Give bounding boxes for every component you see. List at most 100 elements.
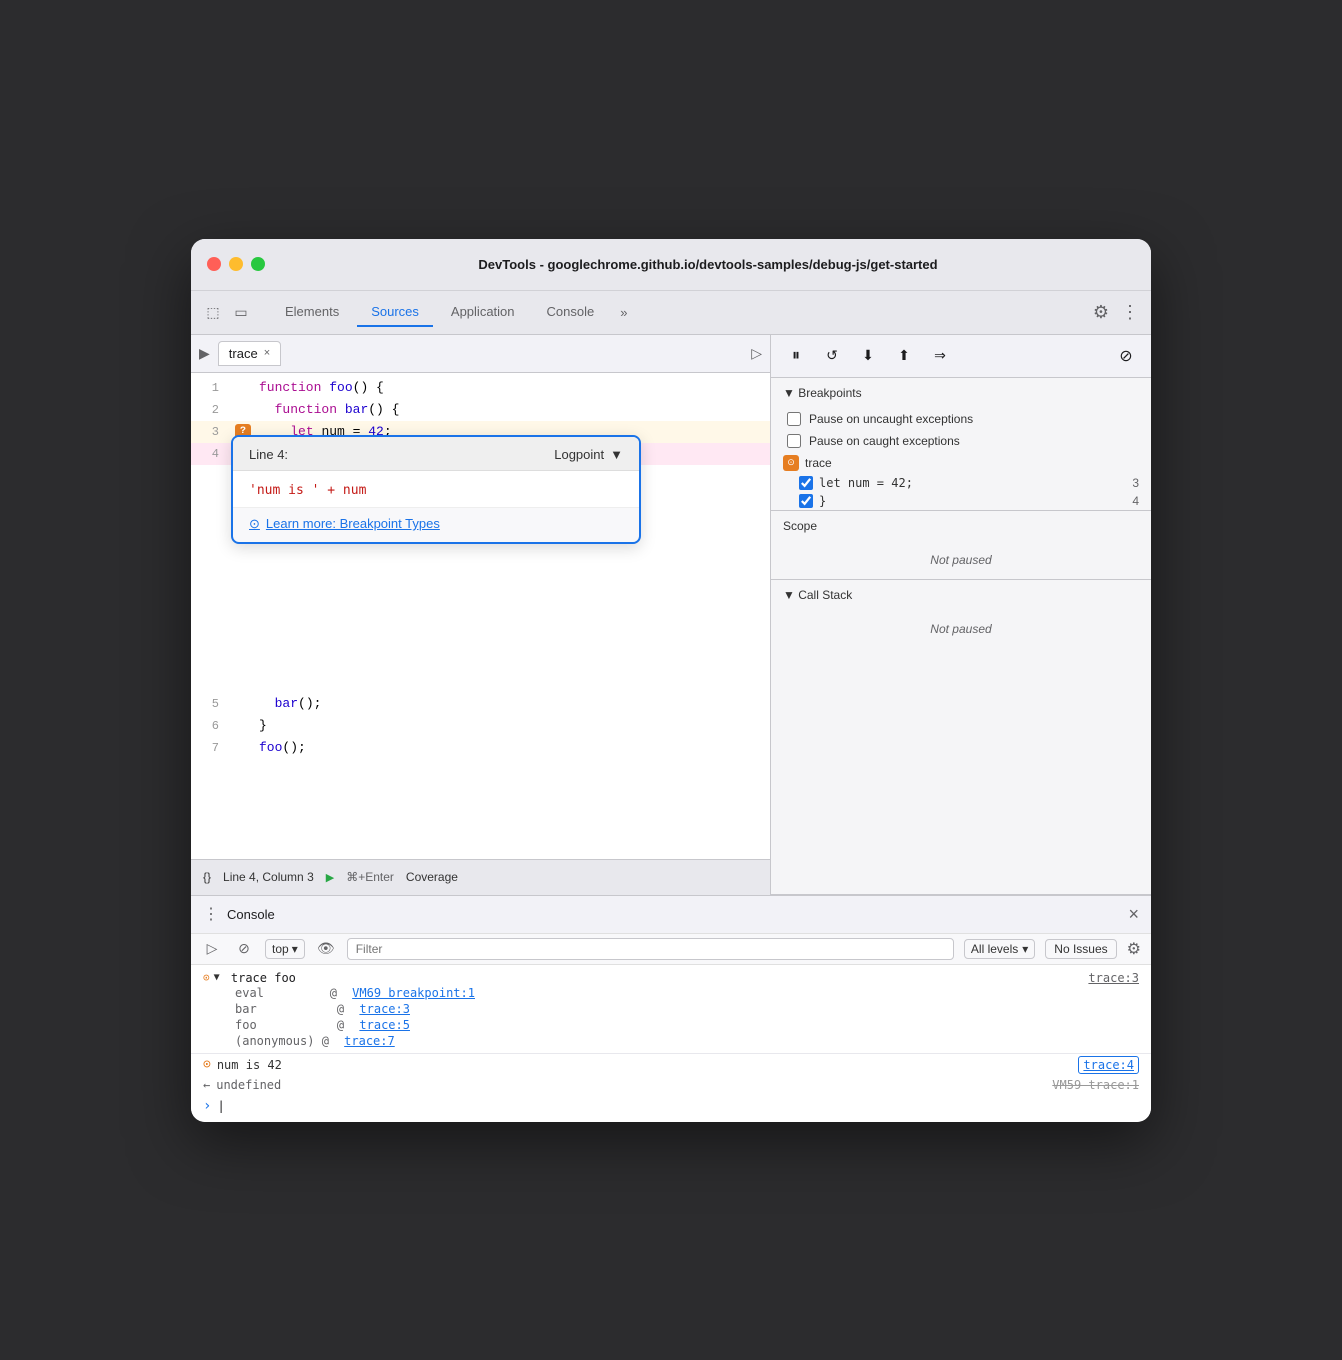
console-trace-entry-bar: bar @ trace:3 xyxy=(203,1001,1139,1017)
logpoint-type-dropdown[interactable]: Logpoint ▼ xyxy=(554,447,623,462)
console-trace-group: ⊙ ▼ trace foo trace:3 eval @ VM69 breakp… xyxy=(191,969,1151,1051)
console-drag-icon: ⋮ xyxy=(203,904,219,924)
console-trace-arrow-icon: ⊙ xyxy=(203,971,210,984)
right-panel: ⏸ ↺ ⬇ ⬆ ⇒ ⊘ ▼ Breakpoints Pause on uncau… xyxy=(771,335,1151,895)
bp-item-1-checkbox[interactable] xyxy=(799,476,813,490)
file-tab-name: trace xyxy=(229,346,258,361)
console-vm69-link[interactable]: VM69 breakpoint:1 xyxy=(352,986,475,1000)
scope-not-paused: Not paused xyxy=(771,541,1151,579)
scope-section-header[interactable]: Scope xyxy=(771,511,1151,541)
line-content-2: function bar() { xyxy=(255,399,770,421)
console-filter-input[interactable] xyxy=(347,938,954,960)
bp-item-2-checkbox[interactable] xyxy=(799,494,813,508)
pause-caught-row: Pause on caught exceptions xyxy=(771,430,1151,452)
pause-uncaught-checkbox[interactable] xyxy=(787,412,801,426)
deactivate-breakpoints-button[interactable]: ⊘ xyxy=(1113,343,1139,369)
step-over-button[interactable]: ↺ xyxy=(819,343,845,369)
bp-file-item: ⊙ trace xyxy=(771,452,1151,474)
file-format-icon[interactable]: ▷ xyxy=(751,345,762,362)
line-content-6: } xyxy=(255,715,770,737)
tab-application[interactable]: Application xyxy=(437,298,529,327)
status-run-icon[interactable]: ▶ xyxy=(326,871,334,884)
line-number-2: 2 xyxy=(191,399,231,421)
status-braces-icon[interactable]: {} xyxy=(203,870,211,884)
tab-more[interactable]: » xyxy=(612,305,635,320)
status-coverage: Coverage xyxy=(406,870,458,884)
code-line-6: 6 } xyxy=(191,715,770,737)
tab-sources[interactable]: Sources xyxy=(357,298,433,327)
callstack-section: ▼ Call Stack Not paused xyxy=(771,580,1151,895)
pause-button[interactable]: ⏸ xyxy=(783,343,809,369)
more-options-icon[interactable]: ⋮ xyxy=(1121,302,1139,323)
console-trace-entry-eval: eval @ VM69 breakpoint:1 xyxy=(203,985,1139,1001)
console-header: ⋮ Console × xyxy=(191,896,1151,934)
console-context-arrow: ▾ xyxy=(292,942,298,956)
console-trace3-link[interactable]: trace:3 xyxy=(359,1002,410,1016)
step-out-button[interactable]: ⬆ xyxy=(891,343,917,369)
step-into-button[interactable]: ⬇ xyxy=(855,343,881,369)
line-number-7: 7 xyxy=(191,737,231,759)
breakpoints-section-header[interactable]: ▼ Breakpoints xyxy=(771,378,1151,408)
step-button[interactable]: ⇒ xyxy=(927,343,953,369)
logpoint-link-icon: ⊙ xyxy=(249,516,260,532)
logpoint-input-area xyxy=(233,471,639,507)
code-lines-below: 5 bar(); 6 } 7 foo(); xyxy=(191,689,770,763)
console-block-icon[interactable]: ⊘ xyxy=(233,938,255,960)
window-title: DevTools - googlechrome.github.io/devtoo… xyxy=(281,257,1135,272)
console-issues-button[interactable]: No Issues xyxy=(1045,939,1116,959)
debug-toolbar: ⏸ ↺ ⬇ ⬆ ⇒ ⊘ xyxy=(771,335,1151,378)
traffic-lights xyxy=(207,257,265,271)
title-bar: DevTools - googlechrome.github.io/devtoo… xyxy=(191,239,1151,291)
console-output-text: num is 42 xyxy=(217,1058,1073,1072)
console-trace5-link[interactable]: trace:5 xyxy=(359,1018,410,1032)
console-trace-entry-anonymous: (anonymous) @ trace:7 xyxy=(203,1033,1139,1049)
logpoint-header: Line 4: Logpoint ▼ xyxy=(233,437,639,471)
minimize-button[interactable] xyxy=(229,257,243,271)
file-tab-trace[interactable]: trace × xyxy=(218,341,281,366)
console-levels-arrow: ▾ xyxy=(1022,942,1028,956)
console-clear-icon[interactable]: ▷ xyxy=(201,938,223,960)
file-panel-expand-icon[interactable]: ▶ xyxy=(199,345,210,362)
console-context-selector[interactable]: top ▾ xyxy=(265,939,305,959)
line-content-5: bar(); xyxy=(255,693,770,715)
breakpoints-section: ▼ Breakpoints Pause on uncaught exceptio… xyxy=(771,378,1151,511)
callstack-section-header[interactable]: ▼ Call Stack xyxy=(771,580,1151,610)
console-settings-icon[interactable]: ⚙ xyxy=(1127,939,1141,959)
close-button[interactable] xyxy=(207,257,221,271)
line-number-6: 6 xyxy=(191,715,231,737)
console-levels-dropdown[interactable]: All levels ▾ xyxy=(964,939,1035,959)
console-section: ⋮ Console × ▷ ⊘ top ▾ 👁 All levels ▾ No … xyxy=(191,895,1151,1122)
console-trace-link[interactable]: trace:3 xyxy=(1088,971,1139,985)
console-eye-icon[interactable]: 👁 xyxy=(315,938,337,960)
maximize-button[interactable] xyxy=(251,257,265,271)
pause-caught-checkbox[interactable] xyxy=(787,434,801,448)
console-undefined-line: ← undefined VM59 trace:1 xyxy=(191,1076,1151,1094)
console-vm59-link[interactable]: VM59 trace:1 xyxy=(1052,1078,1139,1092)
console-output-trace4-link[interactable]: trace:4 xyxy=(1078,1056,1139,1074)
settings-icon[interactable]: ⚙ xyxy=(1093,302,1109,323)
console-undefined-text: undefined xyxy=(216,1078,281,1092)
console-cursor[interactable]: | xyxy=(217,1099,224,1113)
file-tab-close-icon[interactable]: × xyxy=(264,347,270,359)
console-trace-label: trace foo xyxy=(224,971,296,985)
tab-console[interactable]: Console xyxy=(533,298,609,327)
device-icon[interactable]: ▭ xyxy=(231,302,251,322)
line-number-4: 4 xyxy=(191,443,231,465)
console-trace7-link[interactable]: trace:7 xyxy=(344,1034,395,1048)
tab-bar-icons: ⬚ ▭ xyxy=(203,302,251,322)
line-number-5: 5 xyxy=(191,693,231,715)
line-content-1: function foo() { xyxy=(255,377,770,399)
cursor-icon[interactable]: ⬚ xyxy=(203,302,223,322)
logpoint-learn-more-link[interactable]: ⊙ Learn more: Breakpoint Types xyxy=(249,516,623,532)
console-close-button[interactable]: × xyxy=(1128,904,1139,925)
status-shortcut: ⌘+Enter xyxy=(346,870,394,884)
logpoint-expression-input[interactable] xyxy=(249,483,623,498)
tab-bar-right: ⚙ ⋮ xyxy=(1093,302,1139,323)
devtools-window: DevTools - googlechrome.github.io/devtoo… xyxy=(191,239,1151,1122)
code-line-1: 1 function foo() { xyxy=(191,377,770,399)
tab-elements[interactable]: Elements xyxy=(271,298,353,327)
line-content-7: foo(); xyxy=(255,737,770,759)
logpoint-line-label: Line 4: xyxy=(249,447,288,462)
code-line-2: 2 function bar() { xyxy=(191,399,770,421)
console-trace-triangle[interactable]: ▼ xyxy=(214,972,220,983)
